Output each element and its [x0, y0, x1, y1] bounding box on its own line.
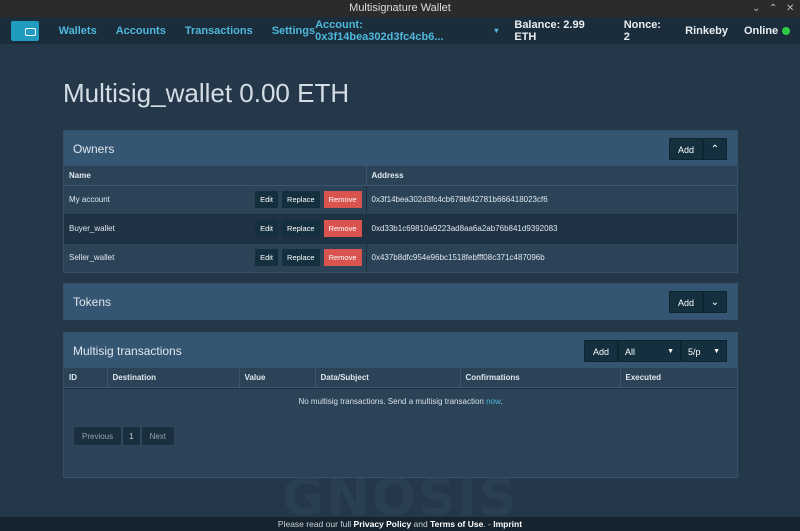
owners-title: Owners — [73, 141, 115, 156]
chevron-down-icon[interactable]: ⌄ — [703, 290, 727, 313]
remove-owner-button[interactable]: Remove — [323, 220, 362, 237]
footer: Please read our full Privacy Policy and … — [0, 517, 800, 531]
replace-owner-button[interactable]: Replace — [282, 191, 320, 208]
add-owner-button[interactable]: Add — [668, 137, 703, 160]
caret-down-icon[interactable]: ▾ — [494, 26, 498, 35]
imprint-link[interactable]: Imprint — [493, 519, 522, 529]
caret-down-icon: ▼ — [667, 347, 674, 355]
nav-settings[interactable]: Settings — [272, 25, 315, 37]
remove-owner-button[interactable]: Remove — [323, 191, 362, 208]
maximize-icon[interactable]: ⌃ — [769, 3, 777, 13]
filter-value: All — [625, 346, 636, 357]
column-header-destination: Destination — [107, 368, 240, 388]
top-navbar: Wallets Accounts Transactions Settings A… — [0, 17, 800, 44]
empty-suffix: . — [500, 396, 503, 406]
remove-owner-button[interactable]: Remove — [323, 249, 362, 266]
balance-label: Balance: 2.99 ETH — [514, 18, 585, 43]
online-status-icon — [782, 26, 791, 35]
multisig-table: ID Destination Value Data/Subject Confir… — [64, 368, 737, 388]
chevron-up-icon[interactable]: ⌃ — [703, 137, 727, 160]
nav-accounts[interactable]: Accounts — [116, 25, 166, 37]
nav-transactions[interactable]: Transactions — [185, 25, 253, 37]
page-title: Multisig_wallet 0.00 ETH — [63, 78, 350, 108]
column-header-value: Value — [239, 368, 316, 388]
status-label: Online — [743, 24, 779, 37]
nav-wallets[interactable]: Wallets — [59, 25, 97, 37]
multisig-title: Multisig transactions — [73, 343, 182, 358]
add-transaction-button[interactable]: Add — [583, 339, 618, 362]
close-icon[interactable]: ✕ — [786, 3, 794, 13]
owner-row: My account Edit Replace Remove 0x3f14bea… — [64, 184, 737, 214]
caret-down-icon: ▼ — [713, 347, 720, 355]
owner-name: Seller_wallet — [69, 253, 115, 262]
footer-prefix: Please read our full — [277, 519, 354, 529]
empty-text: No multisig transactions. Send a multisi… — [298, 396, 487, 406]
per-page-select[interactable]: 5/p ▼ — [681, 339, 727, 362]
minimize-icon[interactable]: ⌄ — [752, 3, 760, 13]
owner-row: Seller_wallet Edit Replace Remove 0x437b… — [64, 242, 737, 272]
send-transaction-link[interactable]: now — [486, 397, 500, 406]
pagination-next[interactable]: Next — [140, 425, 176, 446]
terms-of-use-link[interactable]: Terms of Use — [430, 519, 483, 529]
edit-owner-button[interactable]: Edit — [255, 191, 279, 208]
per-page-value: 5/p — [688, 346, 701, 357]
footer-and: and — [411, 519, 431, 529]
column-header-confirmations: Confirmations — [460, 368, 621, 388]
replace-owner-button[interactable]: Replace — [282, 220, 320, 237]
column-header-data-subject: Data/Subject — [315, 368, 461, 388]
transaction-filter-select[interactable]: All ▼ — [618, 339, 681, 362]
empty-transactions-message: No multisig transactions. Send a multisi… — [64, 387, 737, 414]
pagination: Previous 1 Next — [73, 425, 737, 446]
wallet-logo-icon[interactable] — [11, 20, 39, 41]
owner-name: My account — [69, 195, 110, 204]
replace-owner-button[interactable]: Replace — [282, 249, 320, 266]
column-header-address: Address — [366, 166, 737, 186]
window-title: Multisignature Wallet — [349, 2, 451, 14]
edit-owner-button[interactable]: Edit — [255, 220, 279, 237]
tokens-header: Tokens Add ⌄ — [64, 284, 737, 319]
pagination-previous[interactable]: Previous — [73, 425, 123, 446]
column-header-name: Name — [64, 166, 367, 186]
pagination-page[interactable]: 1 — [122, 425, 141, 446]
privacy-policy-link[interactable]: Privacy Policy — [354, 519, 412, 529]
nonce-label: Nonce: 2 — [623, 18, 661, 43]
tokens-title: Tokens — [73, 294, 112, 309]
owner-row: Buyer_wallet Edit Replace Remove 0xd33b1… — [64, 213, 737, 243]
owner-name: Buyer_wallet — [69, 224, 115, 233]
multisig-transactions-panel: Multisig transactions Add All ▼ 5/p ▼ ID… — [63, 332, 738, 478]
owners-table: Name Address My account Edit Replace Rem… — [64, 166, 737, 272]
add-token-button[interactable]: Add — [668, 290, 703, 313]
owners-header: Owners Add ⌃ — [64, 131, 737, 166]
owner-address: 0xd33b1c69810a9223ad8aa6a2ab76b841d93920… — [366, 213, 737, 243]
window-titlebar: Multisignature Wallet ⌄ ⌃ ✕ — [0, 0, 800, 17]
multisig-header: Multisig transactions Add All ▼ 5/p ▼ — [64, 333, 737, 368]
column-header-id: ID — [64, 368, 108, 388]
owners-panel: Owners Add ⌃ Name Address My account Edi… — [63, 130, 738, 273]
footer-sep: . - — [483, 519, 494, 529]
owner-address: 0x3f14bea302d3fc4cb678bf42781b666418023c… — [366, 184, 737, 214]
tokens-panel: Tokens Add ⌄ — [63, 283, 738, 320]
edit-owner-button[interactable]: Edit — [255, 249, 279, 266]
owner-address: 0x437b8dfc954e96bc1518febfff08c371c48709… — [366, 242, 737, 272]
network-label[interactable]: Rinkeby — [685, 25, 728, 37]
column-header-executed: Executed — [620, 368, 737, 388]
account-selector[interactable]: Account: 0x3f14bea302d3fc4cb6... — [315, 19, 490, 43]
